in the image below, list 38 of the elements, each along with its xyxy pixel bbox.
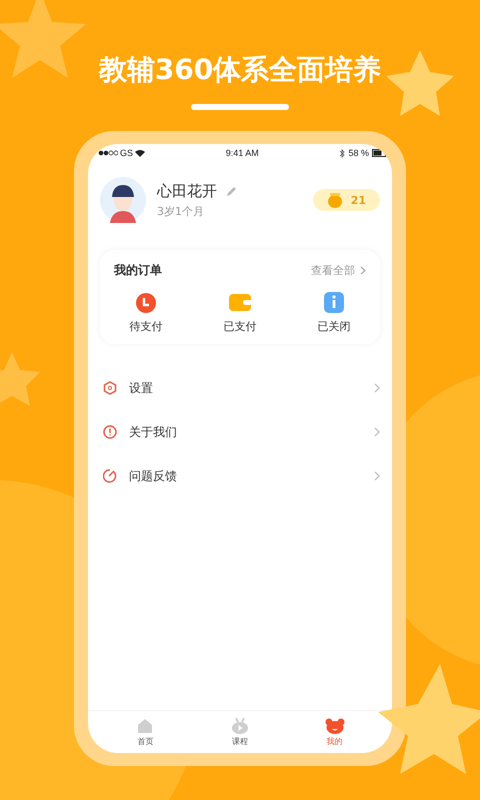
order-status-item[interactable]: 待支付	[116, 291, 176, 334]
menu-item[interactable]: 设置	[103, 366, 380, 410]
tab[interactable]: 课程	[214, 718, 265, 746]
chevron-icon	[360, 266, 366, 275]
bear-icon	[324, 718, 345, 734]
star-drawing	[0, 352, 40, 406]
tv-icon	[230, 718, 249, 734]
status-time: 9:41 AM	[226, 148, 259, 158]
settings-icon	[103, 381, 117, 395]
card-title: 我的订单	[114, 262, 162, 279]
bluetooth-icon	[339, 148, 346, 158]
clock-icon	[135, 291, 157, 313]
pencil-icon[interactable]	[226, 186, 237, 196]
avatar	[100, 177, 146, 223]
menu-item[interactable]: 问题反馈	[103, 454, 380, 498]
chevron-icon	[374, 383, 380, 393]
signal-icon	[98, 150, 118, 156]
tab[interactable]: 首页	[120, 718, 170, 746]
child-age: 3岁1个月	[157, 204, 205, 218]
battery-percent: 58 %	[348, 148, 369, 158]
menu-item[interactable]: 关于我们	[103, 410, 380, 454]
user-name: 心田花开	[157, 182, 217, 200]
honey-jar-icon	[326, 192, 343, 208]
order-status-item[interactable]: 已关闭	[304, 291, 364, 334]
carrier-name: GS	[120, 148, 134, 158]
wifi-icon	[135, 149, 146, 157]
edit-circle-icon	[103, 469, 117, 483]
tab[interactable]: 我的	[310, 718, 360, 746]
headline: 教辅360体系全面培养	[98, 52, 382, 88]
chevron-icon	[374, 427, 380, 437]
order-status-item[interactable]: 已支付	[210, 291, 270, 334]
battery-icon	[372, 149, 388, 157]
star-drawing	[386, 50, 454, 116]
chevron-icon	[374, 471, 380, 481]
wallet-icon	[228, 291, 252, 313]
home-icon	[137, 718, 154, 734]
exclamation-icon	[103, 425, 117, 439]
info-icon	[323, 291, 345, 313]
